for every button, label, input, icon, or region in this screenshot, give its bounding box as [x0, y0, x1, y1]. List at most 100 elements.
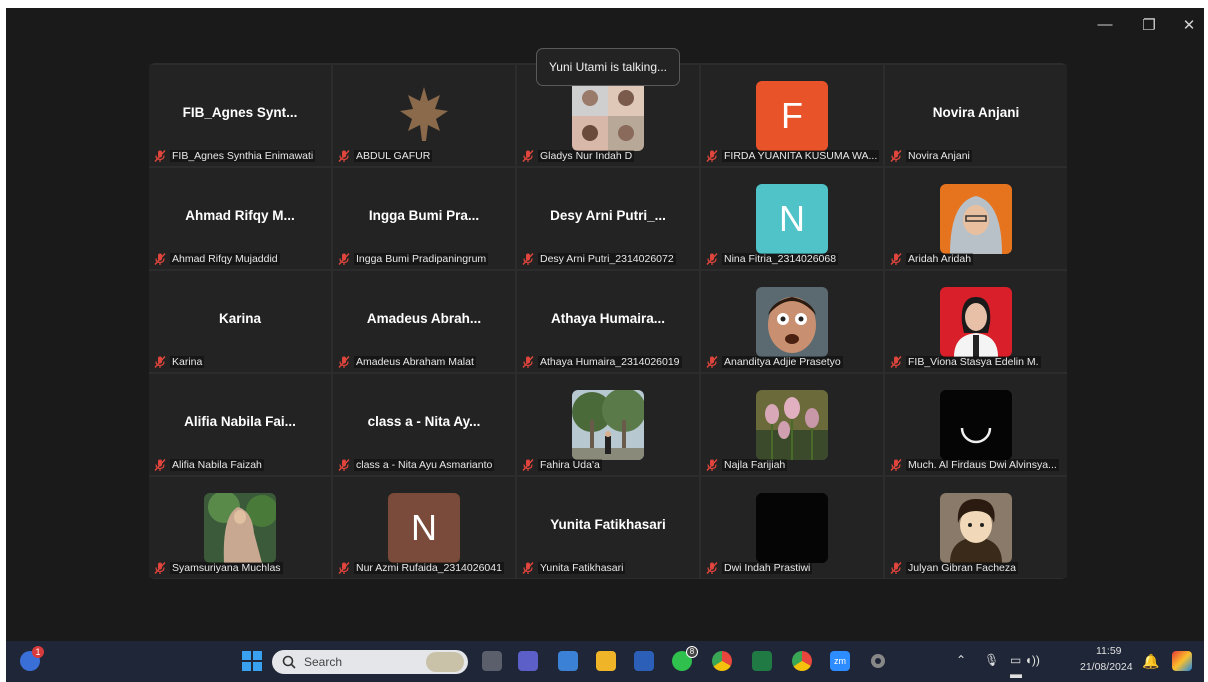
participant-name: Amadeus Abraham Malat: [354, 356, 476, 368]
participant-tile[interactable]: N Nur Azmi Rufaida_2314026041: [333, 477, 515, 578]
participant-label: FIB_Agnes Synthia Enimawati: [153, 149, 316, 163]
participant-display-name: class a - Nita Ay...: [367, 414, 481, 429]
participant-name: ABDUL GAFUR: [354, 150, 433, 162]
hijab-outdoor-avatar: [204, 493, 276, 563]
participant-name: Dwi Indah Prastiwi: [722, 562, 813, 574]
participant-display-name: Desy Arni Putri_...: [550, 208, 666, 223]
participant-name: Aridah Aridah: [906, 253, 974, 265]
muted-mic-icon: [706, 253, 718, 265]
participant-tile[interactable]: Dwi Indah Prastiwi: [701, 477, 883, 578]
minimize-button[interactable]: —: [1090, 16, 1120, 33]
tree-photo-avatar: [572, 390, 644, 460]
participant-label: Karina: [153, 355, 205, 369]
clock-time[interactable]: 11:59: [1096, 645, 1122, 657]
participant-name: FIB_Viona Stasya Edelin M.: [906, 356, 1041, 368]
participant-label: Yunita Fatikhasari: [521, 561, 626, 575]
participant-name: Karina: [170, 356, 205, 368]
windows-start-icon[interactable]: [242, 651, 262, 671]
participant-display-name: FIB_Agnes Synt...: [182, 105, 298, 120]
file-explorer-icon[interactable]: [596, 651, 616, 671]
muted-mic-icon: [154, 459, 166, 471]
muted-mic-icon: [706, 459, 718, 471]
maple-leaf-avatar: [388, 81, 460, 151]
participant-tile[interactable]: Yunita Fatikhasari Yunita Fatikhasari: [517, 477, 699, 578]
participant-display-name: Alifia Nabila Fai...: [184, 414, 296, 429]
participant-tile[interactable]: FIB_Agnes Synt... FIB_Agnes Synthia Enima…: [149, 65, 331, 166]
task-view-icon[interactable]: [482, 651, 502, 671]
participant-tile[interactable]: Aridah Aridah: [885, 168, 1067, 269]
restore-button[interactable]: ❐: [1134, 16, 1164, 34]
participant-label: Ahmad Rifqy Mujaddid: [153, 252, 280, 266]
participant-tile[interactable]: Julyan Gibran Facheza: [885, 477, 1067, 578]
taskbar-search-box[interactable]: Search: [272, 650, 468, 674]
network-sound-battery-icons[interactable]: ▭ ◖)) ▬: [1010, 653, 1052, 681]
participant-name: Nur Azmi Rufaida_2314026041: [354, 562, 504, 574]
participant-display-name: Karina: [218, 311, 262, 326]
clock-date[interactable]: 21/08/2024: [1080, 661, 1133, 673]
participant-name: FIRDA YUANITA KUSUMA WA...: [722, 150, 880, 162]
participant-name: Novira Anjani: [906, 150, 972, 162]
participant-name: FIB_Agnes Synthia Enimawati: [170, 150, 316, 162]
participant-tile[interactable]: Ingga Bumi Pra... Ingga Bumi Pradipaningr…: [333, 168, 515, 269]
muted-mic-icon: [338, 562, 350, 574]
muted-mic-icon: [338, 356, 350, 368]
participant-label: Nina Fitria_2314026068: [705, 252, 839, 266]
notification-icon[interactable]: 🔔: [1142, 653, 1159, 670]
talking-indicator: Yuni Utami is talking...: [536, 48, 680, 86]
search-icon: [282, 655, 296, 669]
muted-mic-icon: [154, 150, 166, 162]
participant-tile[interactable]: Ananditya Adjie Prasetyo: [701, 271, 883, 372]
muted-mic-icon: [522, 459, 534, 471]
participant-label: Ingga Bumi Pradipaningrum: [337, 252, 489, 266]
windows-taskbar: 1 Search 8 zm ⌃ 🎙 ▭ ◖)) ▬ 11:59 21/08/20…: [6, 641, 1204, 682]
tray-chevron-icon[interactable]: ⌃: [956, 653, 966, 667]
muted-mic-icon: [890, 253, 902, 265]
participant-tile[interactable]: Syamsuriyana Muchlas: [149, 477, 331, 578]
participant-name: Alifia Nabila Faizah: [170, 459, 264, 471]
participant-label: Najla Farijiah: [705, 458, 788, 472]
excel-icon[interactable]: [752, 651, 772, 671]
participant-display-name: Yunita Fatikhasari: [550, 517, 666, 532]
chrome-icon[interactable]: [712, 651, 732, 671]
man-portrait-avatar: [756, 287, 828, 357]
participant-name: Syamsuriyana Muchlas: [170, 562, 283, 574]
mail-icon[interactable]: [558, 651, 578, 671]
black-square-avatar: [756, 493, 828, 563]
participant-tile[interactable]: Najla Farijiah: [701, 374, 883, 475]
participant-label: Aridah Aridah: [889, 252, 974, 266]
participant-tile[interactable]: class a - Nita Ay... class a - Nita Ayu A…: [333, 374, 515, 475]
participant-tile[interactable]: Amadeus Abrah... Amadeus Abraham Malat: [333, 271, 515, 372]
close-button[interactable]: ✕: [1174, 16, 1204, 34]
microphone-icon[interactable]: 🎙: [984, 653, 999, 667]
participant-tile[interactable]: FIB_Viona Stasya Edelin M.: [885, 271, 1067, 372]
participant-label: FIRDA YUANITA KUSUMA WA...: [705, 149, 880, 163]
participant-tile[interactable]: Alifia Nabila Fai... Alifia Nabila Faizah: [149, 374, 331, 475]
participant-label: Alifia Nabila Faizah: [153, 458, 264, 472]
red-portrait-avatar: [940, 287, 1012, 357]
participant-tile[interactable]: Athaya Humaira... Athaya Humaira_23140260…: [517, 271, 699, 372]
participant-label: Julyan Gibran Facheza: [889, 561, 1018, 575]
loading-ring-avatar: [940, 390, 1012, 460]
chrome-profile-icon[interactable]: [792, 651, 812, 671]
app-badge-icon[interactable]: [1172, 651, 1192, 671]
participant-tile[interactable]: F FIRDA YUANITA KUSUMA WA...: [701, 65, 883, 166]
photo-collage-avatar: [572, 81, 644, 151]
participant-tile[interactable]: Fahira Uda'a: [517, 374, 699, 475]
participant-name: Julyan Gibran Facheza: [906, 562, 1018, 574]
participant-tile[interactable]: N Nina Fitria_2314026068: [701, 168, 883, 269]
participant-name: Ahmad Rifqy Mujaddid: [170, 253, 280, 265]
teams-icon[interactable]: [518, 651, 538, 671]
word-icon[interactable]: [634, 651, 654, 671]
participant-tile[interactable]: Ahmad Rifqy M... Ahmad Rifqy Mujaddid: [149, 168, 331, 269]
participant-name: Najla Farijiah: [722, 459, 788, 471]
participant-tile[interactable]: Novira Anjani Novira Anjani: [885, 65, 1067, 166]
zoom-icon[interactable]: zm: [830, 651, 850, 671]
participant-tile[interactable]: Desy Arni Putri_... Desy Arni Putri_23140…: [517, 168, 699, 269]
muted-mic-icon: [890, 562, 902, 574]
settings-icon[interactable]: [868, 651, 888, 671]
participant-tile[interactable]: Much. Al Firdaus Dwi Alvinsya...: [885, 374, 1067, 475]
participant-tile[interactable]: Karina Karina: [149, 271, 331, 372]
participant-label: Gladys Nur Indah D: [521, 149, 635, 163]
whatsapp-badge: 8: [686, 646, 698, 658]
participant-tile[interactable]: ABDUL GAFUR: [333, 65, 515, 166]
